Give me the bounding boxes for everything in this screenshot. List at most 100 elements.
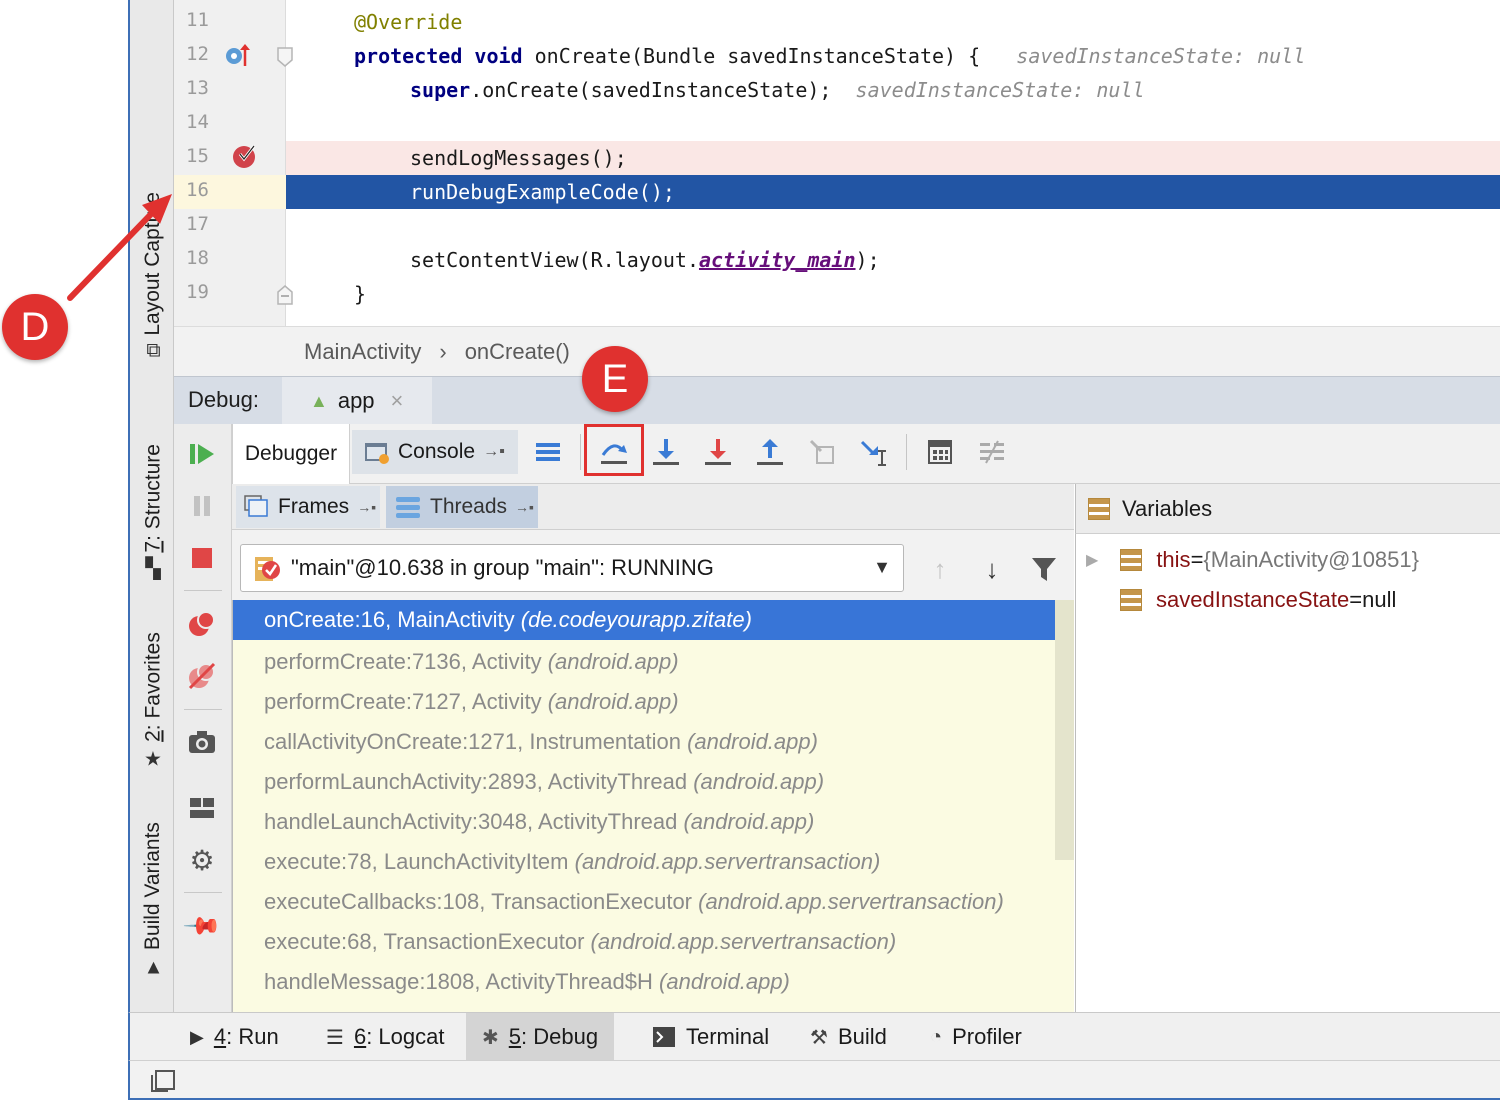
stop-button[interactable] bbox=[182, 538, 222, 578]
code-line: @Override bbox=[354, 10, 463, 34]
frame-item[interactable]: execute:68, TransactionExecutor (android… bbox=[233, 922, 1055, 962]
run-to-cursor-button[interactable] bbox=[854, 432, 894, 472]
frame-item[interactable]: performLaunchActivity:2893, ActivityThre… bbox=[233, 762, 1055, 802]
line-number: 13 bbox=[186, 77, 209, 99]
pause-icon bbox=[194, 496, 210, 516]
evaluate-expression-button[interactable] bbox=[920, 432, 960, 472]
code-line-current: runDebugExampleCode(); bbox=[410, 180, 675, 204]
arrow-up-icon: ↑ bbox=[933, 553, 947, 584]
step-out-button[interactable] bbox=[750, 432, 790, 472]
filter-frames-button[interactable] bbox=[1028, 552, 1060, 586]
lines-icon bbox=[536, 443, 560, 461]
field-icon bbox=[1120, 589, 1142, 611]
breadcrumb-separator: › bbox=[439, 338, 447, 364]
tab-terminal[interactable]: Terminal bbox=[636, 1013, 785, 1061]
code-line: sendLogMessages(); bbox=[410, 146, 627, 170]
tab-app[interactable]: ▲ app × bbox=[282, 377, 432, 425]
breakpoint-icon[interactable] bbox=[230, 142, 260, 172]
gear-icon: ⚙ bbox=[189, 844, 215, 876]
frame-item[interactable]: executeCallbacks:108, TransactionExecuto… bbox=[233, 882, 1055, 922]
breakpoints-icon bbox=[189, 611, 215, 636]
override-icon[interactable] bbox=[224, 42, 254, 70]
code-line: protected void onCreate(Bundle savedInst… bbox=[354, 44, 1306, 68]
screenshot-button[interactable] bbox=[182, 722, 222, 762]
tab-threads[interactable]: Threads →▪ bbox=[386, 486, 538, 528]
expand-arrow-icon[interactable]: ▶ bbox=[1086, 550, 1098, 570]
force-step-into-icon bbox=[705, 439, 731, 465]
tab-logcat[interactable]: ☰ 6: Logcat bbox=[310, 1013, 460, 1061]
run-icon: ▶ bbox=[190, 1026, 204, 1047]
debug-header: Debug: ▲ app × bbox=[174, 376, 1500, 425]
side-tab-favorites[interactable]: ★ 2: Favorites bbox=[130, 620, 176, 780]
frames-icon bbox=[244, 495, 268, 517]
divider bbox=[184, 892, 222, 893]
resume-button[interactable] bbox=[182, 434, 222, 474]
step-into-button[interactable] bbox=[646, 432, 686, 472]
thread-dropdown[interactable]: "main"@10.638 in group "main": RUNNING ▼ bbox=[240, 544, 904, 592]
frame-item[interactable]: handleMessage:1808, ActivityThread$H (an… bbox=[233, 962, 1055, 1002]
tab-debug[interactable]: ✱ 5: Debug bbox=[466, 1013, 615, 1061]
pin-icon: 📌 bbox=[181, 905, 223, 947]
variables-header: Variables bbox=[1075, 484, 1500, 534]
settings-button[interactable]: ⚙ bbox=[182, 840, 222, 880]
side-tab-build-variants[interactable]: ▲ Build Variants bbox=[130, 810, 176, 990]
force-step-into-button[interactable] bbox=[698, 432, 738, 472]
layout-button[interactable] bbox=[182, 788, 222, 828]
tab-build[interactable]: ⚒ Build bbox=[794, 1013, 903, 1061]
pin-button[interactable]: 📌 bbox=[182, 906, 222, 946]
tab-run[interactable]: ▶ 4: Run bbox=[174, 1013, 295, 1061]
android-icon: ▲ bbox=[310, 390, 328, 411]
tab-frames-label: Frames bbox=[278, 495, 350, 518]
arrow-down-icon: ↓ bbox=[985, 553, 999, 584]
frame-item[interactable]: performCreate:7127, Activity (android.ap… bbox=[233, 682, 1055, 722]
filter-icon bbox=[1032, 558, 1056, 581]
breadcrumb-class[interactable]: MainActivity bbox=[304, 339, 421, 365]
breadcrumb-method[interactable]: onCreate() bbox=[465, 339, 570, 365]
next-frame-button[interactable]: ↓ bbox=[976, 552, 1008, 586]
side-tab-layout-capture[interactable]: ⧉ Layout Capture bbox=[130, 150, 176, 400]
pin-tab-icon: →▪ bbox=[357, 499, 377, 515]
variable-row[interactable]: ▶ this = {MainActivity@10851} bbox=[1086, 540, 1419, 580]
trace-icon bbox=[980, 440, 1004, 464]
star-icon: ★ bbox=[144, 748, 162, 771]
divider bbox=[184, 709, 222, 710]
frames-scrollbar[interactable] bbox=[1055, 600, 1074, 860]
tab-frames[interactable]: Frames →▪ bbox=[236, 486, 380, 528]
frames-list[interactable]: onCreate:16, MainActivity (de.codeyourap… bbox=[232, 600, 1074, 1012]
close-icon[interactable]: × bbox=[391, 388, 404, 414]
mute-breakpoints-button[interactable] bbox=[182, 656, 222, 696]
chevron-down-icon: ▼ bbox=[873, 557, 891, 577]
variables-panel[interactable]: ▶ this = {MainActivity@10851} savedInsta… bbox=[1075, 534, 1500, 1012]
toggle-tool-windows-icon[interactable] bbox=[150, 1069, 176, 1093]
frame-item[interactable]: performCreate:7136, Activity (android.ap… bbox=[233, 642, 1055, 682]
highlight-box bbox=[584, 424, 644, 476]
left-tool-strip: ⧉ Layout Capture ▚ 7: Structure ★ 2: Favori… bbox=[128, 0, 174, 1012]
drop-frame-button[interactable] bbox=[802, 432, 842, 472]
variables-title: Variables bbox=[1122, 495, 1213, 521]
code-line: } bbox=[354, 282, 367, 306]
tab-threads-label: Threads bbox=[430, 495, 508, 518]
view-breakpoints-button[interactable] bbox=[182, 604, 222, 644]
trace-button[interactable] bbox=[972, 432, 1012, 472]
stop-icon bbox=[192, 548, 212, 568]
line-number: 14 bbox=[186, 111, 209, 133]
frame-item[interactable]: execute:78, LaunchActivityItem (android.… bbox=[233, 842, 1055, 882]
calculator-icon bbox=[928, 440, 952, 464]
side-tab-structure[interactable]: ▚ 7: Structure bbox=[130, 430, 176, 590]
variable-row[interactable]: savedInstanceState = null bbox=[1120, 580, 1396, 620]
frame-item[interactable]: callActivityOnCreate:1271, Instrumentati… bbox=[233, 722, 1055, 762]
thread-dropdown-value: "main"@10.638 in group "main": RUNNING bbox=[291, 555, 714, 580]
frame-item-selected[interactable]: onCreate:16, MainActivity (de.codeyourap… bbox=[233, 600, 1055, 640]
callout-e: E bbox=[582, 346, 648, 412]
previous-frame-button[interactable]: ↑ bbox=[924, 552, 956, 586]
pause-button[interactable] bbox=[182, 486, 222, 526]
tab-debugger[interactable]: Debugger bbox=[232, 424, 350, 484]
line-number: 11 bbox=[186, 9, 209, 31]
tab-console[interactable]: Console →▪ bbox=[352, 430, 518, 474]
tab-app-label: app bbox=[337, 388, 375, 413]
tab-profiler[interactable]: ◔ Profiler bbox=[914, 1013, 1038, 1061]
run-to-cursor-icon bbox=[860, 440, 886, 466]
show-execution-point-button[interactable] bbox=[528, 432, 568, 472]
frame-item[interactable]: handleLaunchActivity:3048, ActivityThrea… bbox=[233, 802, 1055, 842]
android-icon: ▲ bbox=[143, 956, 163, 979]
